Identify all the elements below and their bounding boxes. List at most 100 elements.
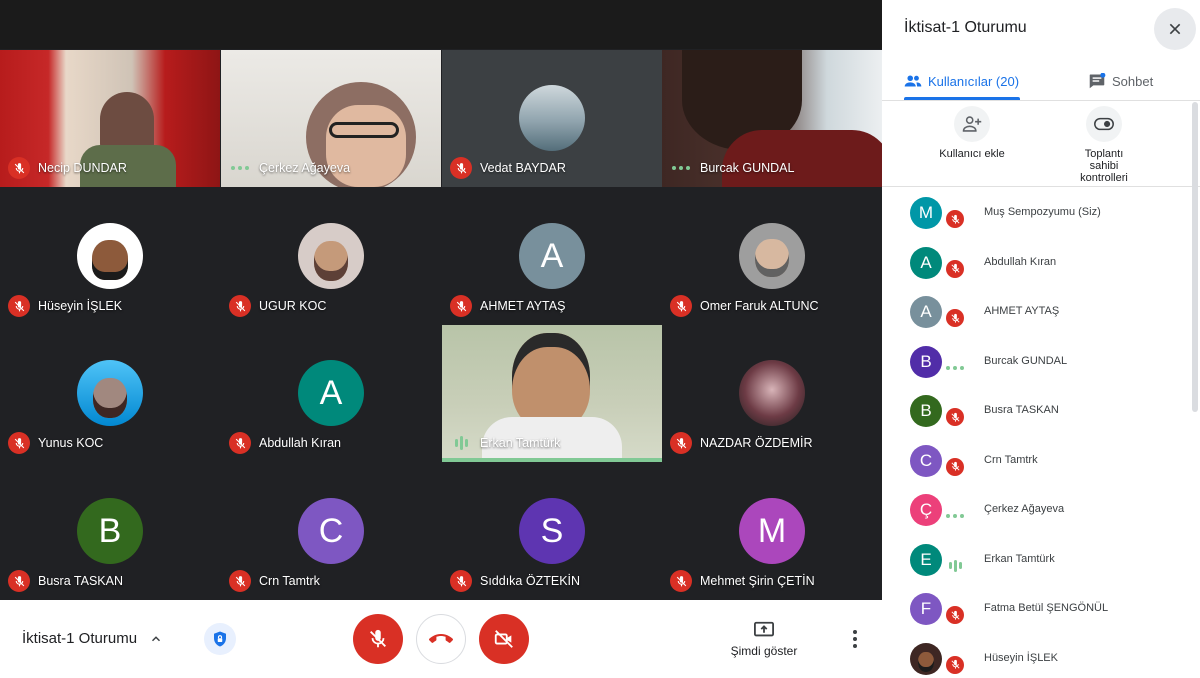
tile-label: Abdullah Kıran	[229, 432, 341, 454]
meeting-title: İktisat-1 Oturumu	[22, 630, 138, 647]
chevron-up-icon	[152, 635, 161, 641]
participant-row[interactable]: Hüseyin İŞLEK	[882, 633, 1192, 678]
avatar	[77, 223, 143, 289]
participant-status	[944, 653, 966, 676]
more-options-button[interactable]	[845, 624, 865, 654]
participant-row[interactable]: F Fatma Betül ŞENGÖNÜL	[882, 583, 1192, 633]
participant-tile[interactable]: M Mehmet Şirin ÇETİN	[662, 463, 882, 600]
participant-tile[interactable]: Vedat BAYDAR	[442, 50, 662, 187]
participant-tile[interactable]: UGUR KOC	[221, 188, 441, 325]
mic-off-icon	[450, 295, 472, 317]
participant-tile[interactable]: C Crn Tamtrk	[221, 463, 441, 600]
participant-tile[interactable]: Omer Faruk ALTUNC	[662, 188, 882, 325]
participant-status	[944, 455, 966, 478]
mic-off-icon	[450, 570, 472, 592]
participant-tile[interactable]: S Sıddıka ÖZTEKİN	[442, 463, 662, 600]
participant-tile-speaking[interactable]: Erkan Tamtürk	[442, 325, 662, 462]
tile-name: Omer Faruk ALTUNC	[700, 299, 819, 313]
mic-off-icon	[946, 210, 964, 228]
participant-row[interactable]: E Erkan Tamtürk	[882, 534, 1192, 584]
add-people-button[interactable]: Kullanıcı ekle	[917, 106, 1027, 160]
mic-off-icon	[229, 295, 251, 317]
camera-toggle-button[interactable]	[479, 614, 529, 664]
mic-off-icon	[8, 570, 30, 592]
participant-tile[interactable]: Necip DUNDAR	[0, 50, 220, 187]
mic-off-icon	[946, 655, 964, 674]
participant-status	[944, 604, 966, 626]
mic-off-icon	[8, 157, 30, 179]
mic-off-icon	[946, 309, 964, 327]
avatar	[910, 642, 942, 675]
participant-row[interactable]: B Burcak GUNDAL	[882, 336, 1192, 386]
tab-people[interactable]: Kullanıcılar (20)	[904, 62, 1019, 100]
present-now-label: Şimdi göster	[730, 644, 798, 658]
leave-call-button[interactable]	[416, 614, 466, 664]
mic-off-icon	[946, 259, 964, 278]
security-shield-icon[interactable]	[204, 623, 236, 655]
participant-tile[interactable]: Çerkez Ağayeva	[221, 50, 441, 187]
participant-tile[interactable]: Burcak GUNDAL	[662, 50, 882, 187]
tile-name: Erkan Tamtürk	[480, 436, 561, 450]
participant-tile[interactable]: A AHMET AYTAŞ	[442, 188, 662, 325]
tile-name: Yunus KOC	[38, 436, 104, 450]
tile-name: Burcak GUNDAL	[700, 161, 795, 175]
mic-off-icon	[229, 432, 251, 454]
tile-label: UGUR KOC	[229, 295, 326, 317]
tile-name: Crn Tamtrk	[259, 574, 320, 588]
tile-label: Burcak GUNDAL	[670, 157, 794, 179]
participant-tile[interactable]: Hüseyin İŞLEK	[0, 188, 220, 325]
speaking-dots-icon	[229, 157, 251, 179]
tile-label: Vedat BAYDAR	[450, 157, 566, 179]
chat-icon	[1089, 73, 1106, 89]
participant-status	[944, 307, 966, 329]
participant-row[interactable]: M Muş Sempozyumu (Siz)	[882, 187, 1192, 237]
mic-off-icon	[229, 570, 251, 592]
participant-list-scrollbar[interactable]	[1192, 102, 1198, 412]
tile-name: Sıddıka ÖZTEKİN	[480, 574, 581, 588]
tile-name: Busra TASKAN	[38, 574, 123, 588]
participant-name: Hüseyin İŞLEK	[984, 651, 1058, 664]
participant-row[interactable]: A AHMET AYTAŞ	[882, 286, 1192, 336]
participant-row[interactable]: A Abdullah Kıran	[882, 237, 1192, 287]
more-vert-icon	[853, 630, 857, 634]
close-panel-button[interactable]	[1154, 8, 1196, 50]
avatar-letter: S	[540, 511, 564, 550]
avatar	[739, 223, 805, 289]
avatar: M	[739, 498, 805, 564]
participant-name: Erkan Tamtürk	[984, 552, 1055, 565]
tile-label: Çerkez Ağayeva	[229, 157, 350, 179]
person-add-icon	[962, 116, 982, 132]
participant-row[interactable]: B Busra TASKAN	[882, 385, 1192, 435]
participant-tile[interactable]: NAZDAR ÖZDEMİR	[662, 325, 882, 462]
avatar: A	[298, 360, 364, 426]
tab-divider	[882, 100, 1200, 101]
participant-tile[interactable]: A Abdullah Kıran	[221, 325, 441, 462]
mic-off-icon	[670, 570, 692, 592]
tab-chat-label: Sohbet	[1112, 73, 1154, 89]
participant-tile[interactable]: B Busra TASKAN	[0, 463, 220, 600]
tile-label: Busra TASKAN	[8, 570, 123, 592]
tile-label: Sıddıka ÖZTEKİN	[450, 570, 580, 592]
tile-name: Abdullah Kıran	[259, 436, 342, 450]
participant-name: Crn Tamtrk	[984, 453, 1038, 466]
participant-row[interactable]: C Crn Tamtrk	[882, 435, 1192, 485]
participant-tile[interactable]: Yunus KOC	[0, 325, 220, 462]
mic-toggle-button[interactable]	[353, 614, 403, 664]
avatar: B	[910, 345, 942, 378]
tab-chat[interactable]: Sohbet	[1088, 62, 1153, 100]
toggle-icon	[1094, 117, 1114, 131]
avatar	[298, 223, 364, 289]
participant-name: Çerkez Ağayeva	[984, 503, 1065, 515]
avatar: S	[519, 498, 585, 564]
grid-top-bar	[0, 0, 882, 49]
avatar: B	[910, 395, 942, 427]
panel-title: İktisat-1 Oturumu	[904, 19, 1027, 36]
participant-row[interactable]: Ç Çerkez Ağayeva	[882, 484, 1192, 534]
meeting-details-toggle[interactable]: İktisat-1 Oturumu	[22, 630, 163, 647]
tile-label: NAZDAR ÖZDEMİR	[670, 432, 813, 454]
present-now-button[interactable]: Şimdi göster	[726, 620, 802, 658]
avatar-letter: M	[757, 511, 787, 550]
tile-name: Çerkez Ağayeva	[259, 161, 351, 175]
avatar-letter: C	[318, 511, 344, 550]
host-controls-button[interactable]: Toplantı sahibi kontrolleri	[1049, 106, 1159, 184]
